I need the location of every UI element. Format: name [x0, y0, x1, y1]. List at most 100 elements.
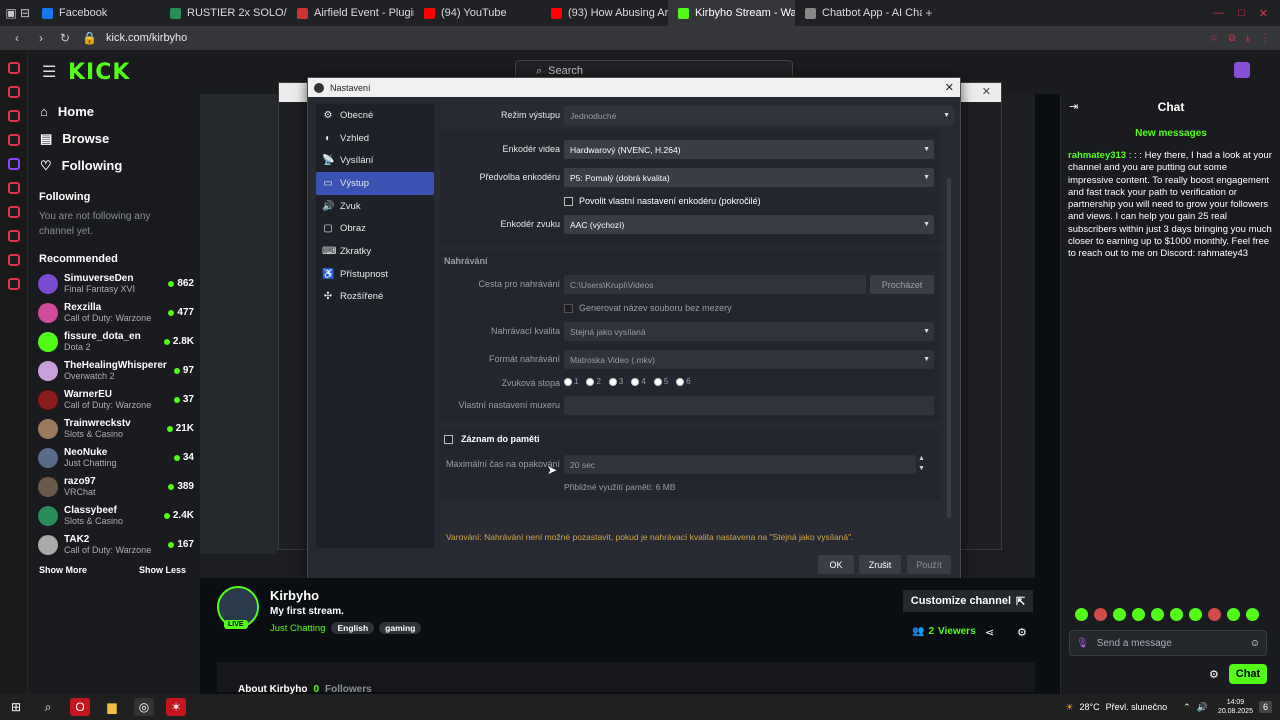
sidebar-app-icon[interactable]	[7, 110, 20, 122]
browser-tab[interactable]: Chatbot App - AI Chatbot	[795, 0, 922, 26]
apply-button[interactable]: Použít	[907, 555, 951, 574]
hamburger-icon[interactable]: ☰	[42, 62, 56, 82]
microphone-icon[interactable]: 🎙	[1076, 638, 1089, 649]
url-field[interactable]: kick.com/kirbyho	[106, 32, 187, 44]
obs-close-icon[interactable]: ✕	[982, 85, 991, 98]
share-icon[interactable]: ⋖	[985, 626, 994, 639]
channel-name[interactable]: Kirbyho	[270, 588, 319, 603]
sidebar-app-icon[interactable]	[7, 206, 20, 218]
browser-tab[interactable]: Facebook	[32, 0, 160, 26]
download-icon[interactable]: ⤓	[1246, 33, 1250, 44]
browser-menu-icon[interactable]: ▣	[4, 6, 18, 20]
emote-icon[interactable]	[1246, 608, 1259, 621]
ok-button[interactable]: OK	[818, 555, 854, 574]
sidebar-item-home[interactable]: ⌂ Home	[28, 98, 200, 125]
reload-icon[interactable]: ↻	[58, 31, 72, 45]
browser-tab[interactable]: (94) YouTube	[414, 0, 541, 26]
recording-path-field[interactable]: C:\Users\Krupi\Videos	[564, 275, 866, 294]
browser-tab[interactable]: RUSTIER 2x SOLO/DUO/T	[160, 0, 287, 26]
custom-encoder-checkbox[interactable]: Povolit vlastní nastavení enkodéru (pokr…	[564, 196, 761, 206]
windows-start-icon[interactable]: ⊞	[6, 698, 26, 716]
back-icon[interactable]: ‹	[10, 31, 24, 45]
settings-category-item[interactable]: ♿ Přístupnost	[316, 263, 434, 286]
settings-category-item[interactable]: ◐ Vzhled	[316, 127, 434, 150]
browse-button[interactable]: Procházet	[870, 275, 934, 294]
recording-quality-select[interactable]: Stejná jako vysílaná ▼	[564, 322, 934, 341]
emote-icon[interactable]	[1094, 608, 1107, 621]
sidebar-app-icon[interactable]	[7, 62, 20, 74]
sidebar-app-icon[interactable]	[7, 182, 20, 194]
no-space-checkbox[interactable]: Generovat název souboru bez mezery	[564, 303, 732, 313]
new-tab-icon[interactable]: +	[922, 6, 936, 20]
settings-category-item[interactable]: 📡 Vysílání	[316, 149, 434, 172]
avatar[interactable]	[1234, 62, 1250, 78]
emote-icon[interactable]	[1113, 608, 1126, 621]
audio-track-radio[interactable]: 6	[676, 377, 691, 386]
sidebar-app-icon[interactable]	[7, 134, 20, 146]
sidebar-app-icon[interactable]	[7, 278, 20, 290]
settings-category-item[interactable]: ⚙ Obecné	[316, 104, 434, 127]
volume-icon[interactable]: 🔊	[1197, 702, 1208, 713]
replay-buffer-checkbox[interactable]: Záznam do paměti	[444, 434, 540, 444]
maximize-icon[interactable]: □	[1238, 7, 1245, 20]
sidebar-app-icon[interactable]	[7, 86, 20, 98]
category-link[interactable]: Just Chatting	[270, 623, 325, 634]
settings-icon[interactable]: ⚙	[1017, 626, 1027, 639]
emote-icon[interactable]	[1189, 608, 1202, 621]
sidebar-item-following[interactable]: ♡ Following	[28, 152, 200, 179]
settings-category-item[interactable]: 🔊 Zvuk	[316, 195, 434, 218]
emote-bar[interactable]	[1075, 608, 1259, 621]
tray-up-icon[interactable]: ⌃	[1183, 702, 1191, 713]
recommended-channel[interactable]: Rexzilla Call of Duty: Warzone 477	[28, 298, 200, 327]
chat-input[interactable]: 🎙 Send a message ☺	[1069, 630, 1267, 656]
obs-icon[interactable]: ◎	[134, 698, 154, 716]
settings-category-item[interactable]: ✣ Rozšířené	[316, 286, 434, 309]
minimize-icon[interactable]: —	[1213, 7, 1224, 20]
audio-track-radio[interactable]: 2	[586, 377, 601, 386]
opera-icon[interactable]: O	[70, 698, 90, 716]
sidebar-app-icon[interactable]	[7, 230, 20, 242]
chat-settings-icon[interactable]: ⚙	[1209, 668, 1219, 681]
emote-icon[interactable]	[1208, 608, 1221, 621]
emote-icon[interactable]	[1227, 608, 1240, 621]
settings-category-item[interactable]: ⌨ Zkratky	[316, 240, 434, 263]
browser-tab[interactable]: Kirbyho Stream - Wa	[668, 0, 795, 26]
muxer-field[interactable]	[564, 396, 934, 415]
replay-time-spinbox[interactable]: 20 sec	[564, 455, 916, 474]
audio-track-radio[interactable]: 4	[631, 377, 646, 386]
sidebar-app-icon[interactable]	[7, 254, 20, 266]
tab-search-icon[interactable]: ⊟	[18, 6, 32, 20]
notification-badge[interactable]: 6	[1258, 701, 1272, 713]
recommended-channel[interactable]: NeoNuke Just Chatting 34	[28, 443, 200, 472]
cancel-button[interactable]: Zrušit	[859, 555, 901, 574]
tag-chip[interactable]: English	[331, 622, 375, 634]
recommended-channel[interactable]: TAK2 Call of Duty: Warzone 167	[28, 530, 200, 559]
emote-icon[interactable]	[1132, 608, 1145, 621]
recommended-channel[interactable]: TheHealingWhisperer Overwatch 2 97	[28, 356, 200, 385]
output-mode-select[interactable]: Jednoduché ▼	[564, 106, 954, 125]
app-icon[interactable]: ✶	[166, 698, 186, 716]
show-less-link[interactable]: Show Less	[139, 565, 186, 575]
browser-tab[interactable]: (93) How Abusing Arctic	[541, 0, 668, 26]
recording-format-select[interactable]: Matroska Video (.mkv) ▼	[564, 350, 934, 369]
audio-track-radio[interactable]: 5	[653, 377, 668, 386]
file-explorer-icon[interactable]: ▆	[102, 698, 122, 716]
spin-arrows-icon[interactable]: ▲ ▼	[918, 454, 925, 474]
audio-track-radio[interactable]: 1	[564, 377, 578, 386]
tag-chip[interactable]: gaming	[379, 622, 422, 634]
sidebar-item-browse[interactable]: ▤ Browse	[28, 125, 200, 152]
emote-icon[interactable]	[1151, 608, 1164, 621]
profile-icon[interactable]: ⋮	[1260, 33, 1270, 44]
customize-channel-button[interactable]: Customize channel ⇱	[903, 590, 1033, 612]
new-messages-banner[interactable]: New messages	[1061, 128, 1280, 139]
settings-category-item[interactable]: ▭ Výstup	[316, 172, 434, 195]
audio-encoder-select[interactable]: AAC (výchozí) ▼	[564, 215, 934, 234]
video-encoder-select[interactable]: Hardwarový (NVENC, H.264) ▼	[564, 140, 934, 159]
extension-icon[interactable]: ⧉	[1228, 33, 1235, 44]
settings-category-item[interactable]: ▢ Obraz	[316, 217, 434, 240]
scrollbar[interactable]	[947, 178, 951, 518]
clock[interactable]: 14:09 20.08.2025	[1218, 698, 1253, 716]
close-window-icon[interactable]: ✕	[1259, 7, 1268, 20]
recommended-channel[interactable]: razo97 VRChat 389	[28, 472, 200, 501]
show-more-link[interactable]: Show More	[39, 565, 87, 575]
